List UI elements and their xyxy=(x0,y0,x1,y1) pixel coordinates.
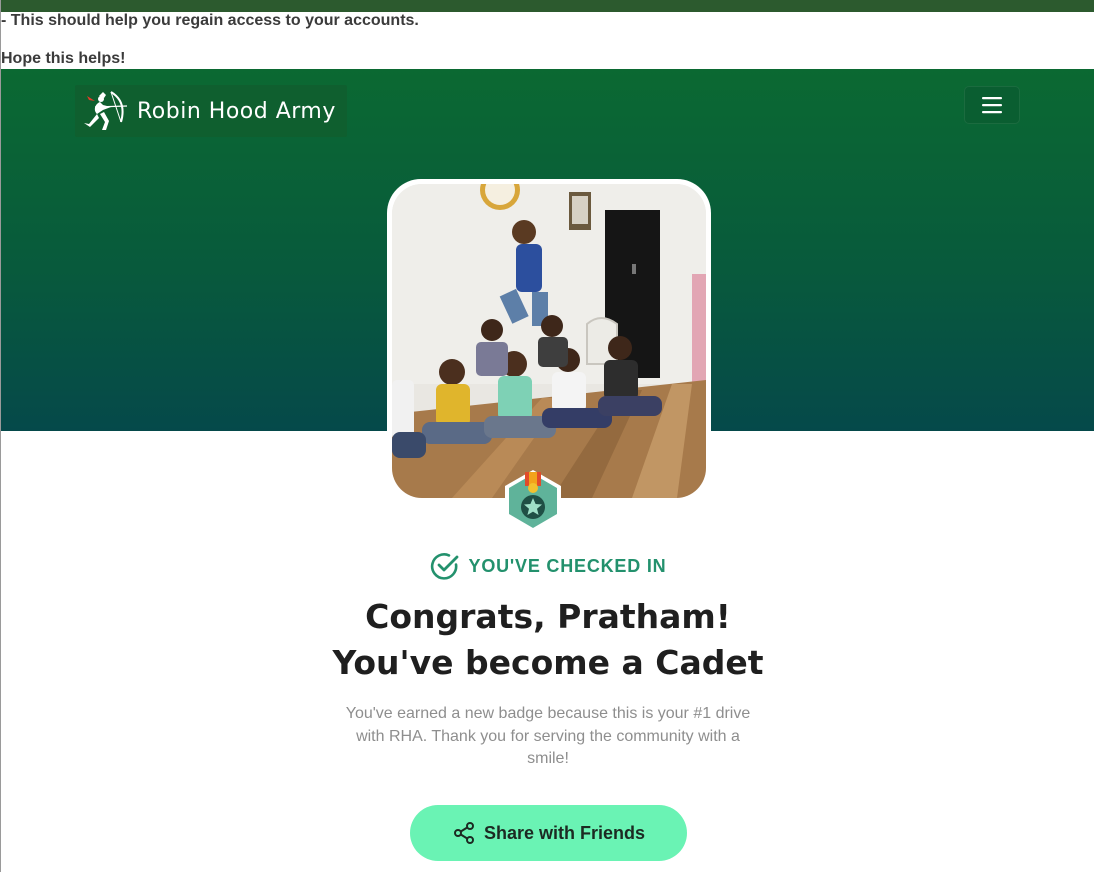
menu-toggle-button[interactable] xyxy=(964,86,1020,124)
checked-in-label: YOU'VE CHECKED IN xyxy=(468,555,667,576)
congrats-headline: Congrats, Pratham! You've become a Cadet xyxy=(1,594,1094,686)
drive-photo-frame xyxy=(387,179,711,503)
headline-line-2: You've become a Cadet xyxy=(332,643,764,682)
drive-photo xyxy=(392,184,706,498)
archer-logo-icon xyxy=(84,91,128,130)
check-circle-icon xyxy=(430,553,458,580)
brand-logo-link[interactable]: Robin Hood Army xyxy=(75,85,347,137)
medal-star-badge-icon xyxy=(505,470,561,532)
headline-line-1: Congrats, Pratham! xyxy=(365,597,731,636)
checked-in-status: YOU'VE CHECKED IN xyxy=(1,551,1094,581)
share-icon xyxy=(453,822,474,844)
share-button-label: Share with Friends xyxy=(483,822,646,843)
page: - This should help you regain access to … xyxy=(0,0,1094,872)
share-with-friends-button[interactable]: Share with Friends xyxy=(410,805,687,861)
top-strip xyxy=(1,0,1094,12)
prelude-line-2: Hope this helps! xyxy=(1,50,126,67)
hamburger-menu-icon xyxy=(982,97,1002,114)
prelude-line-1: - This should help you regain access to … xyxy=(1,12,419,29)
badge-message: You've earned a new badge because this i… xyxy=(345,705,751,767)
brand-name: Robin Hood Army xyxy=(137,98,336,124)
